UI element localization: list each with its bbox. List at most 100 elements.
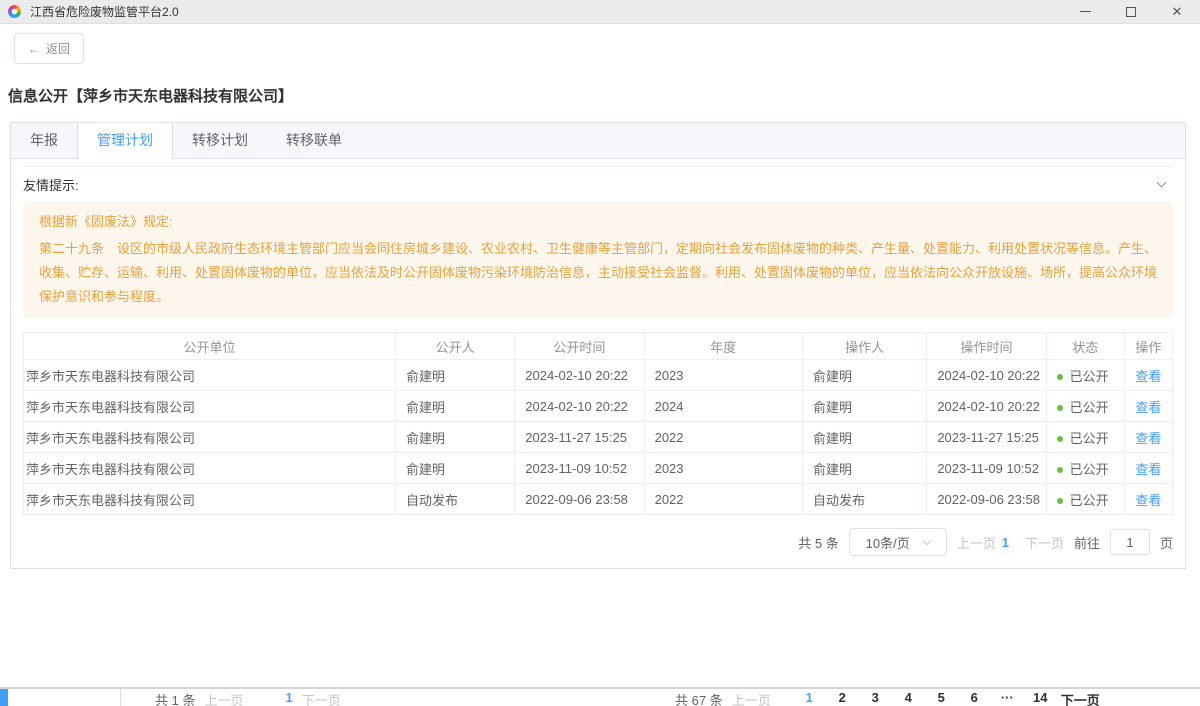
- cell-unit: 萍乡市天东电器科技有限公司: [24, 484, 396, 515]
- cell-publisher: 俞建明: [395, 453, 514, 484]
- col-header-operator: 操作人: [803, 333, 927, 360]
- prev-page-button[interactable]: 上一页: [732, 690, 771, 706]
- next-page-button[interactable]: 下一页: [302, 690, 341, 706]
- tab-panel-management-plan: 友情提示: 根据新《固废法》规定: 第二十九条 设区的市级人民政府生态环境主管部…: [11, 159, 1185, 568]
- cell-year: 2022: [644, 484, 802, 515]
- cell-publish-time: 2022-09-06 23:58: [515, 484, 644, 515]
- table-row: 萍乡市天东电器科技有限公司 俞建明 2024-02-10 20:22 2024 …: [24, 391, 1173, 422]
- col-header-unit: 公开单位: [24, 333, 396, 360]
- view-link[interactable]: 查看: [1135, 462, 1161, 477]
- window-titlebar: 江西省危险废物监管平台2.0 ✕: [0, 0, 1200, 24]
- window-title: 江西省危险废物监管平台2.0: [30, 3, 179, 20]
- app-icon: [8, 5, 21, 18]
- prev-page-button[interactable]: 上一页: [957, 533, 996, 552]
- page-number-6[interactable]: 6: [958, 690, 991, 705]
- view-link[interactable]: 查看: [1135, 369, 1161, 384]
- status-dot-icon: [1057, 405, 1063, 411]
- cell-year: 2023: [644, 453, 802, 484]
- minimize-icon: [1080, 11, 1091, 12]
- maximize-button[interactable]: [1108, 0, 1154, 24]
- tabs-card: 年报 管理计划 转移计划 转移联单 友情提示: 根据新《固废法》规定: 第二十九…: [10, 122, 1186, 569]
- next-page-button[interactable]: 下一页: [1025, 533, 1064, 552]
- col-header-operate-time: 操作时间: [927, 333, 1046, 360]
- page-number-2[interactable]: 2: [826, 690, 859, 705]
- cell-status: 已公开: [1046, 360, 1124, 391]
- cell-publisher: 俞建明: [395, 360, 514, 391]
- back-button-label: 返回: [46, 40, 70, 57]
- notice-collapse-header[interactable]: 友情提示:: [23, 166, 1173, 201]
- bottom-right-pagination: 共 67 条 上一页 1 2 3 4 5 6 ··· 14 下一页: [675, 690, 1100, 706]
- pager-more-icon[interactable]: ···: [991, 690, 1024, 705]
- page-title: 信息公开【萍乡市天东电器科技有限公司】: [8, 85, 1186, 106]
- close-button[interactable]: ✕: [1154, 0, 1200, 24]
- page-number-current[interactable]: 1: [1002, 535, 1009, 550]
- tab-management-plan[interactable]: 管理计划: [77, 123, 173, 159]
- col-header-publish-time: 公开时间: [515, 333, 644, 360]
- page-number-4[interactable]: 4: [892, 690, 925, 705]
- cell-operator: 俞建明: [803, 453, 927, 484]
- cell-publish-time: 2024-02-10 20:22: [515, 360, 644, 391]
- page-number-5[interactable]: 5: [925, 690, 958, 705]
- close-icon: ✕: [1172, 4, 1183, 20]
- pagination-total: 共 1 条: [155, 690, 195, 706]
- back-button[interactable]: ← 返回: [14, 33, 84, 64]
- cell-unit: 萍乡市天东电器科技有限公司: [24, 391, 396, 422]
- status-badge: 已公开: [1070, 493, 1109, 508]
- cell-publish-time: 2024-02-10 20:22: [515, 391, 644, 422]
- pagination-total: 共 67 条: [675, 690, 723, 706]
- view-link[interactable]: 查看: [1135, 400, 1161, 415]
- notice-line-1: 根据新《固废法》规定:: [39, 210, 1157, 234]
- pagination-total: 共 5 条: [798, 533, 838, 552]
- cell-status: 已公开: [1046, 422, 1124, 453]
- table-row: 萍乡市天东电器科技有限公司 俞建明 2023-11-27 15:25 2022 …: [24, 422, 1173, 453]
- window-controls: ✕: [1062, 0, 1200, 24]
- tab-transfer-manifest[interactable]: 转移联单: [267, 123, 361, 158]
- page-number-1[interactable]: 1: [793, 690, 826, 705]
- status-badge: 已公开: [1070, 462, 1109, 477]
- status-badge: 已公开: [1070, 431, 1109, 446]
- chevron-down-icon: [922, 536, 930, 544]
- page-number-3[interactable]: 3: [859, 690, 892, 705]
- next-page-button[interactable]: 下一页: [1061, 690, 1100, 706]
- cell-action: 查看: [1124, 360, 1172, 391]
- menu-active-indicator: [0, 689, 8, 706]
- status-dot-icon: [1057, 467, 1063, 473]
- cell-publish-time: 2023-11-09 10:52: [515, 453, 644, 484]
- goto-unit-label: 页: [1160, 533, 1173, 552]
- tabs-header: 年报 管理计划 转移计划 转移联单: [11, 123, 1185, 159]
- view-link[interactable]: 查看: [1135, 431, 1161, 446]
- goto-label: 前往: [1074, 533, 1100, 552]
- cell-operator: 俞建明: [803, 422, 927, 453]
- view-link[interactable]: 查看: [1135, 493, 1161, 508]
- page-content: ← 返回 信息公开【萍乡市天东电器科技有限公司】 年报 管理计划 转移计划 转移…: [0, 24, 1200, 569]
- back-arrow-icon: ←: [28, 42, 40, 56]
- col-header-year: 年度: [644, 333, 802, 360]
- cell-operate-time: 2024-02-10 20:22: [927, 391, 1046, 422]
- col-header-status: 状态: [1046, 333, 1124, 360]
- notice-title: 友情提示:: [23, 175, 79, 194]
- minimize-button[interactable]: [1062, 0, 1108, 24]
- page-number-current[interactable]: 1: [285, 690, 292, 705]
- prev-page-button[interactable]: 上一页: [204, 690, 243, 706]
- cell-publish-time: 2023-11-27 15:25: [515, 422, 644, 453]
- page-size-value: 10条/页: [866, 533, 910, 552]
- table-row: 萍乡市天东电器科技有限公司 俞建明 2023-11-09 10:52 2023 …: [24, 453, 1173, 484]
- tab-annual-report[interactable]: 年报: [11, 123, 77, 158]
- cell-publisher: 自动发布: [395, 484, 514, 515]
- chevron-down-icon[interactable]: [1157, 177, 1167, 187]
- cell-unit: 萍乡市天东电器科技有限公司: [24, 360, 396, 391]
- cell-year: 2022: [644, 422, 802, 453]
- page-number-last[interactable]: 14: [1024, 690, 1057, 705]
- goto-page-input[interactable]: [1110, 529, 1150, 555]
- notice-alert: 根据新《固废法》规定: 第二十九条 设区的市级人民政府生态环境主管部门应当会同住…: [23, 201, 1173, 318]
- cell-action: 查看: [1124, 453, 1172, 484]
- cell-operate-time: 2023-11-09 10:52: [927, 453, 1046, 484]
- status-dot-icon: [1057, 498, 1063, 504]
- disclosure-table: 公开单位 公开人 公开时间 年度 操作人 操作时间 状态 操作 萍乡市天东电器科…: [23, 332, 1173, 515]
- tab-transfer-plan[interactable]: 转移计划: [173, 123, 267, 158]
- table-header-row: 公开单位 公开人 公开时间 年度 操作人 操作时间 状态 操作: [24, 333, 1173, 360]
- page-size-select[interactable]: 10条/页: [849, 528, 947, 556]
- table-pagination: 共 5 条 10条/页 上一页 1 下一页 前往 页: [23, 528, 1173, 556]
- bottom-sidebar-border: [120, 689, 121, 706]
- cell-action: 查看: [1124, 422, 1172, 453]
